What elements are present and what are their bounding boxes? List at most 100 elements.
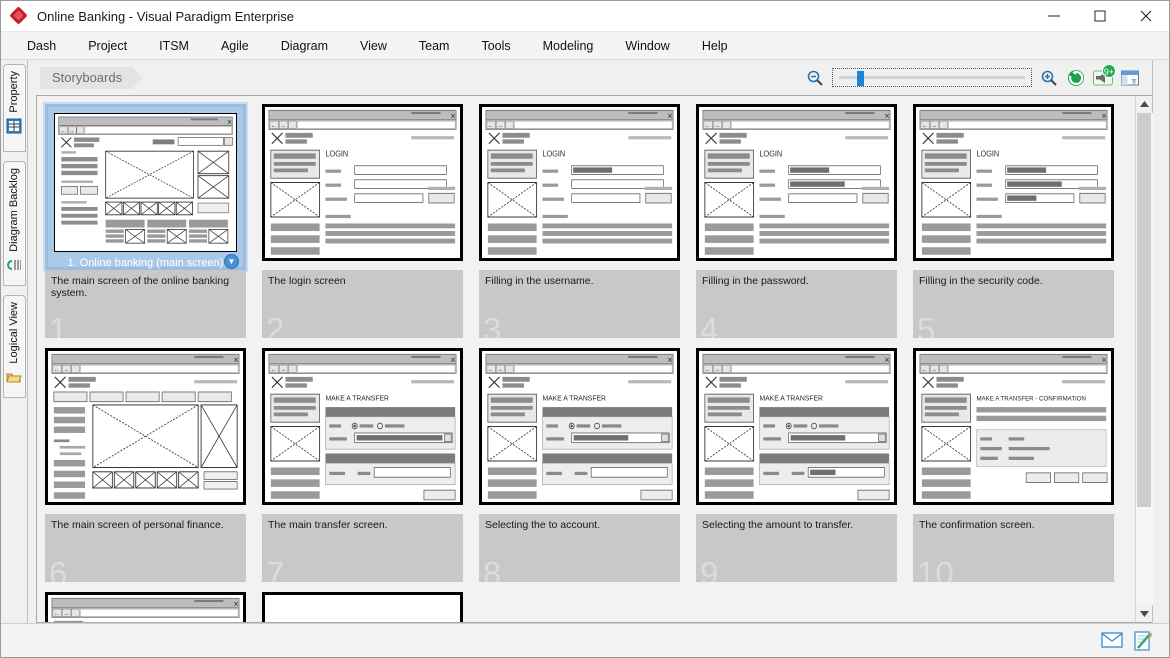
storyboard-cell[interactable]: ✕ ← → MAKE A TRANSFER The main transfer …	[262, 348, 479, 582]
storyboard-thumbnail[interactable]: ✕ ← → MAKE A TRANSFER	[479, 348, 680, 505]
svg-text:→: →	[497, 366, 503, 373]
zoom-slider-thumb[interactable]	[857, 71, 864, 86]
storyboard-cell[interactable]: ✕ ← → 1. Online banking (main screen) ▼ …	[45, 104, 262, 338]
wireframe-preview: ✕ ← → MAKE A TRANSFER	[699, 351, 894, 502]
storyboard-description[interactable]: Filling in the security code. 5	[913, 270, 1114, 338]
storyboard-thumbnail[interactable]: ✕ ← →	[45, 348, 246, 505]
visual-paradigm-diamond-icon	[9, 6, 28, 25]
envelope-icon[interactable]	[1101, 631, 1123, 651]
sidebar-item-diagram-backlog[interactable]: Diagram Backlog	[2, 161, 26, 286]
svg-text:←: ←	[488, 366, 494, 373]
storyboard-description[interactable]: The main screen of personal finance. 6	[45, 514, 246, 582]
svg-text:LOGIN: LOGIN	[325, 149, 348, 158]
storyboard-thumbnail[interactable]: ✕ ← → MAKE A TRANSFER	[696, 348, 897, 505]
vertical-scrollbar[interactable]	[1135, 96, 1153, 622]
storyboard-description[interactable]: The main transfer screen. 7	[262, 514, 463, 582]
storyboard-description[interactable]: Filling in the username. 3	[479, 270, 680, 338]
storyboard-number: 7	[266, 555, 285, 583]
sidebar-item-property[interactable]: Property	[2, 64, 26, 152]
zoom-in-icon[interactable]	[1039, 68, 1059, 88]
chevron-down-icon[interactable]: ▼	[224, 254, 239, 269]
storyboard-thumbnail[interactable]: ✕ ← → LOGIN	[262, 104, 463, 261]
storyboard-cell[interactable]: ✕ ← → LOGIN Filling in the security code…	[913, 104, 1130, 338]
sidebar-item-logical-view[interactable]: Logical View	[2, 295, 26, 398]
storyboard-description[interactable]: Filling in the password. 4	[696, 270, 897, 338]
svg-text:✕: ✕	[1101, 111, 1107, 120]
breadcrumb[interactable]: Storyboards	[40, 66, 144, 89]
storyboard-canvas[interactable]: ✕ ← → 1. Online banking (main screen) ▼ …	[37, 96, 1135, 622]
storyboard-description[interactable]: The login screen 2	[262, 270, 463, 338]
diagram-toolbar: Storyboards 9+	[28, 60, 1152, 95]
scrollbar-thumb[interactable]	[1136, 113, 1151, 507]
menu-item-tools[interactable]: Tools	[465, 35, 526, 57]
svg-text:→: →	[931, 122, 937, 129]
svg-text:✕: ✕	[450, 111, 456, 120]
svg-text:←: ←	[60, 128, 65, 134]
svg-text:←: ←	[705, 366, 711, 373]
storyboard-number: 1	[49, 311, 68, 339]
storyboard-description[interactable]: The main screen of the online banking sy…	[45, 270, 246, 338]
storyboard-cell[interactable]: ✕ ← → MAKE A TRANSFER Selecting the amou…	[696, 348, 913, 582]
svg-text:←: ←	[271, 366, 277, 373]
storyboard-thumbnail[interactable]	[262, 592, 463, 622]
sidebar-item-label: Diagram Backlog	[8, 168, 20, 252]
storyboard-thumbnail[interactable]: ✕ ← → LOGIN	[913, 104, 1114, 261]
zoom-slider[interactable]	[832, 68, 1032, 87]
storyboard-cell-partial[interactable]: ✕ ← →	[45, 592, 262, 622]
storyboard-thumbnail[interactable]: ✕ ← → MAKE A TRANSFER	[262, 348, 463, 505]
storyboard-cell[interactable]: ✕ ← → The main screen of personal financ…	[45, 348, 262, 582]
menu-item-diagram[interactable]: Diagram	[265, 35, 344, 57]
storyboard-thumbnail[interactable]: ✕ ← →	[45, 592, 246, 622]
wireframe-preview	[265, 595, 460, 622]
minimize-button[interactable]	[1031, 1, 1077, 32]
window-controls	[1031, 1, 1169, 32]
storyboard-cell[interactable]: ✕ ← → LOGIN The login screen 2	[262, 104, 479, 338]
menu-item-itsm[interactable]: ITSM	[143, 35, 205, 57]
storyboard-thumbnail[interactable]: ✕ ← → LOGIN	[696, 104, 897, 261]
toolbar-right-group: 9+	[805, 63, 1152, 88]
wireframe-preview: ✕ ← → MAKE A TRANSFER	[482, 351, 677, 502]
wireframe-preview: ✕ ← →	[48, 351, 243, 502]
storyboard-description[interactable]: The confirmation screen. 10	[913, 514, 1114, 582]
close-button[interactable]	[1123, 1, 1169, 32]
menu-item-window[interactable]: Window	[609, 35, 685, 57]
svg-text:✕: ✕	[227, 119, 232, 126]
storyboard-number: 9	[700, 555, 719, 583]
menu-item-view[interactable]: View	[344, 35, 403, 57]
menu-item-project[interactable]: Project	[72, 35, 143, 57]
storyboard-thumbnail-selected[interactable]: ✕ ← → 1. Online banking (main screen) ▼	[45, 104, 246, 270]
svg-text:✕: ✕	[233, 355, 239, 364]
storyboard-description-text: The main screen of the online banking sy…	[51, 275, 230, 299]
svg-text:→: →	[280, 366, 286, 373]
menu-item-team[interactable]: Team	[403, 35, 466, 57]
scroll-down-arrow[interactable]	[1136, 605, 1153, 622]
scrollbar-track[interactable]	[1135, 113, 1153, 605]
storyboard-description[interactable]: Selecting the to account. 8	[479, 514, 680, 582]
storyboard-thumbnail[interactable]: ✕ ← → MAKE A TRANSFER - CONFIRMATION	[913, 348, 1114, 505]
storyboard-description[interactable]: Selecting the amount to transfer. 9	[696, 514, 897, 582]
layers-panel-icon[interactable]	[1120, 68, 1140, 88]
announcement-icon[interactable]: 9+	[1093, 63, 1116, 88]
title-bar: Online Banking - Visual Paradigm Enterpr…	[1, 1, 1169, 32]
svg-text:✕: ✕	[450, 355, 456, 364]
menu-item-dash[interactable]: Dash	[11, 35, 72, 57]
storyboard-description-text: Filling in the username.	[485, 275, 594, 287]
storyboard-cell-partial[interactable]	[262, 592, 479, 622]
wireframe-preview: ✕ ← →	[48, 595, 243, 622]
wireframe-preview: ✕ ← → LOGIN	[265, 107, 460, 258]
note-edit-icon[interactable]	[1133, 630, 1155, 651]
wireframe-preview: ✕ ← → MAKE A TRANSFER - CONFIRMATION	[916, 351, 1111, 502]
storyboard-cell[interactable]: ✕ ← → LOGIN Filling in the password. 4	[696, 104, 913, 338]
svg-text:←: ←	[271, 122, 277, 129]
maximize-button[interactable]	[1077, 1, 1123, 32]
menu-item-help[interactable]: Help	[686, 35, 744, 57]
scroll-up-arrow[interactable]	[1136, 96, 1153, 113]
storyboard-cell[interactable]: ✕ ← → MAKE A TRANSFER - CONFIRMATION The…	[913, 348, 1130, 582]
menu-item-agile[interactable]: Agile	[205, 35, 265, 57]
menu-item-modeling[interactable]: Modeling	[527, 35, 610, 57]
storyboard-cell[interactable]: ✕ ← → LOGIN Filling in the username. 3	[479, 104, 696, 338]
storyboard-thumbnail[interactable]: ✕ ← → LOGIN	[479, 104, 680, 261]
zoom-out-icon[interactable]	[805, 68, 825, 88]
refresh-icon[interactable]	[1066, 68, 1086, 88]
storyboard-cell[interactable]: ✕ ← → MAKE A TRANSFER Selecting the to a…	[479, 348, 696, 582]
